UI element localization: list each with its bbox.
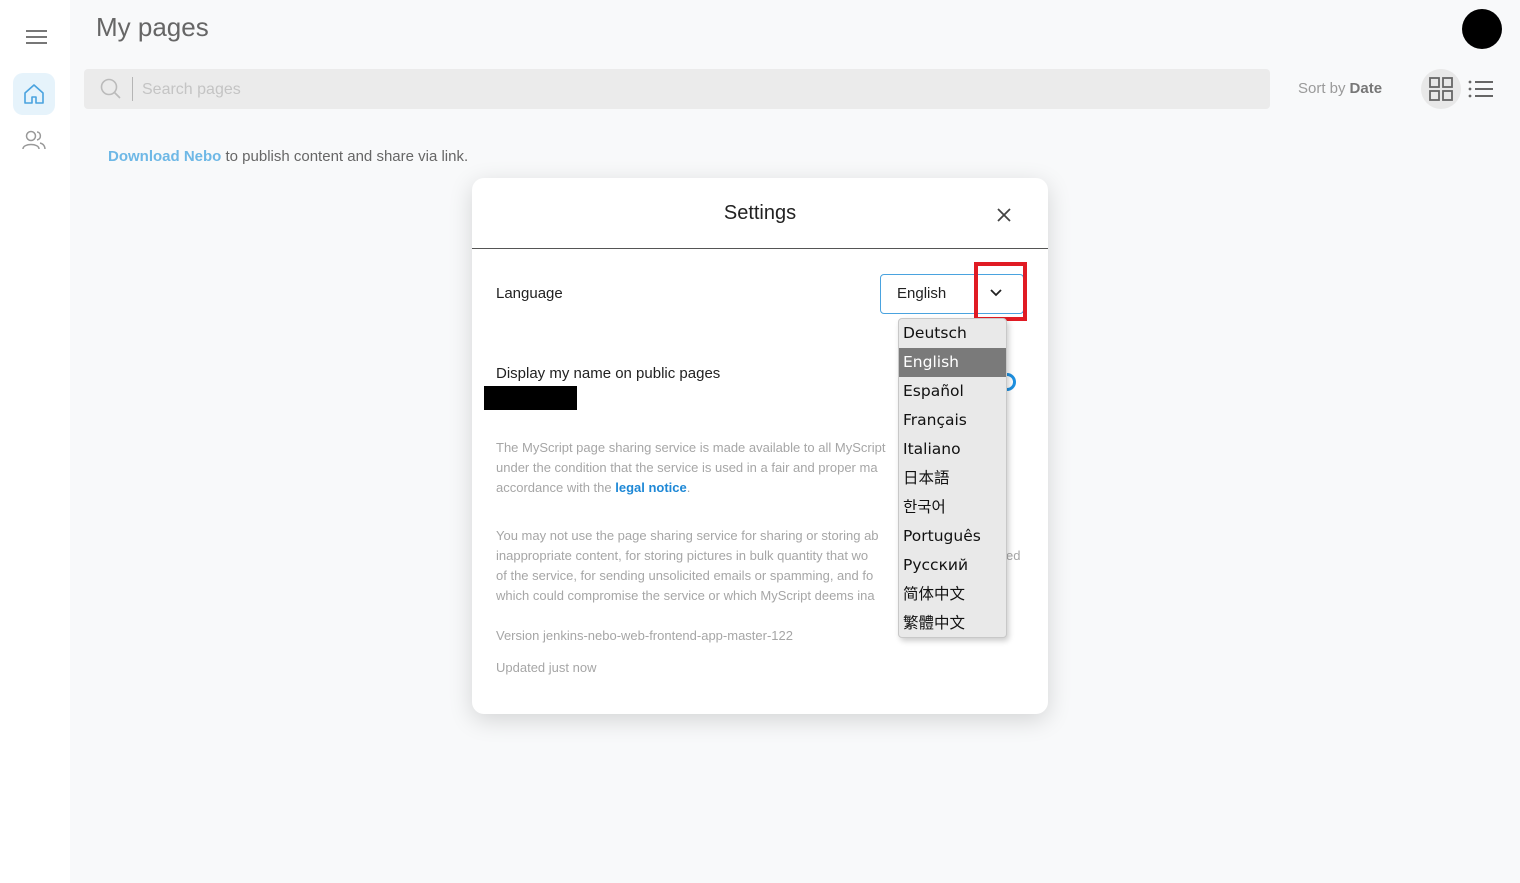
grid-icon — [1429, 77, 1453, 101]
menu-icon — [26, 30, 47, 44]
menu-button[interactable] — [16, 16, 58, 58]
language-option-selected[interactable]: English — [899, 348, 1006, 377]
sort-label: Sort by — [1298, 80, 1346, 97]
language-option[interactable]: 日本語 — [899, 464, 1006, 493]
search-input[interactable] — [140, 75, 1244, 105]
restriction-text: inappropriate content, for storing pictu… — [496, 548, 869, 563]
language-option[interactable]: Deutsch — [899, 319, 1006, 348]
language-option[interactable]: Русский — [899, 551, 1006, 580]
terms-text: . — [686, 480, 691, 495]
search-divider — [132, 77, 133, 101]
display-name-label: Display my name on public pages — [496, 365, 721, 382]
sidebar — [0, 0, 70, 883]
dialog-title: Settings — [723, 202, 797, 224]
sort-control[interactable]: Sort by Date — [1298, 80, 1382, 97]
dialog-divider — [472, 248, 1048, 249]
updated-text: Updated just now — [496, 660, 597, 675]
highlight-box — [974, 262, 1027, 321]
language-option[interactable]: Italiano — [899, 435, 1006, 464]
list-view-button[interactable] — [1461, 69, 1501, 109]
version-text: Version jenkins-nebo-web-frontend-app-ma… — [496, 628, 793, 643]
legal-notice-link[interactable]: legal notice — [615, 480, 687, 495]
language-option[interactable]: 简体中文 — [899, 580, 1006, 609]
avatar[interactable] — [1462, 9, 1502, 49]
language-option[interactable]: 한국어 — [899, 493, 1006, 522]
language-option[interactable]: Português — [899, 522, 1006, 551]
download-notice: Download Nebo to publish content and sha… — [108, 148, 468, 165]
sort-value: Date — [1349, 80, 1383, 97]
users-icon — [22, 130, 46, 150]
search-bar — [84, 69, 1270, 109]
grid-view-button[interactable] — [1421, 69, 1461, 109]
language-option[interactable]: Français — [899, 406, 1006, 435]
download-nebo-link[interactable]: Download Nebo — [108, 148, 221, 165]
restriction-text-tail: ed — [1006, 548, 1021, 563]
language-select-value: English — [897, 285, 947, 302]
terms-text: accordance with the — [496, 480, 616, 495]
search-icon — [100, 78, 121, 99]
list-icon — [1468, 80, 1493, 98]
sidebar-item-shared[interactable] — [13, 119, 55, 161]
language-dropdown-list: Deutsch English Español Français Italian… — [898, 318, 1007, 638]
language-option[interactable]: 繁體中文 — [899, 609, 1006, 637]
close-icon[interactable] — [994, 205, 1014, 225]
language-label: Language — [496, 285, 563, 302]
page-title: My pages — [96, 12, 209, 42]
redacted-block — [484, 386, 577, 410]
home-icon — [24, 84, 44, 104]
download-notice-text: to publish content and share via link. — [221, 148, 469, 165]
language-option[interactable]: Español — [899, 377, 1006, 406]
sidebar-item-home[interactable] — [13, 73, 55, 115]
